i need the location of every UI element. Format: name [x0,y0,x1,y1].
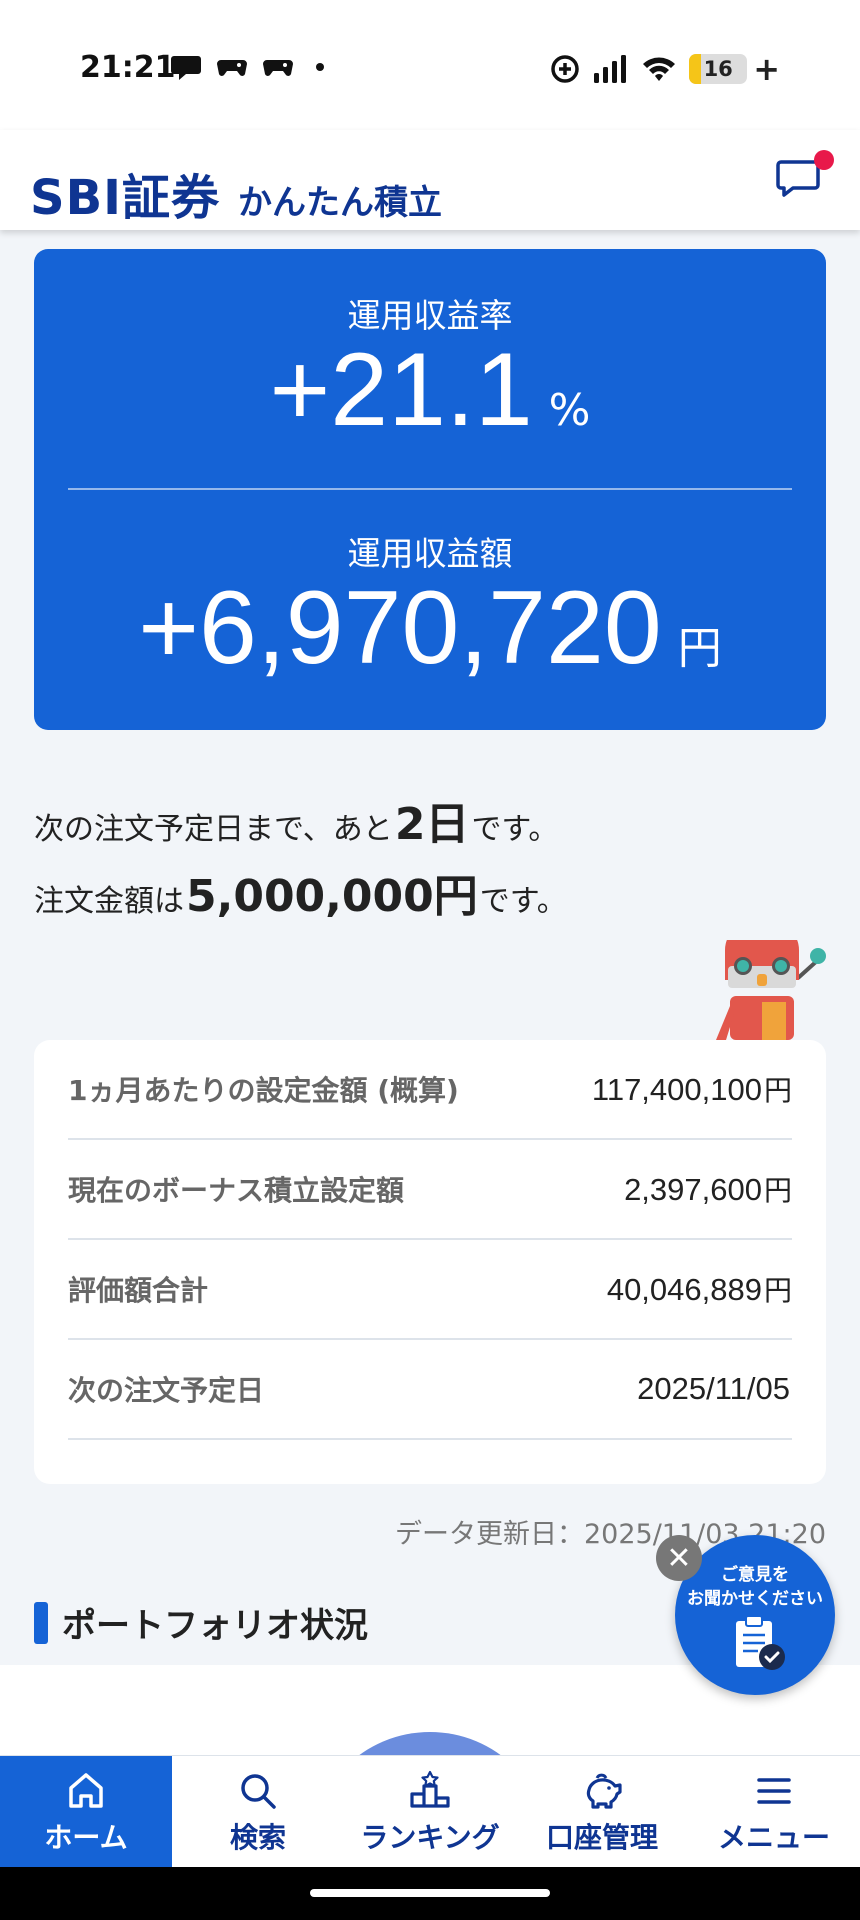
status-time: 21:21 [80,50,176,85]
status-bar: 21:21 16 + [0,0,860,130]
return-rate-label: 運用収益率 [347,296,513,335]
nav-home-label: ホーム [44,1820,128,1854]
home-icon [69,1772,103,1808]
clipboard-check-icon [736,1615,785,1670]
order-amount-prefix: 注文金額は [34,884,184,919]
table-row: 現在のボーナス積立設定額 2,397,600円 [68,1140,792,1240]
nav-home[interactable]: ホーム [0,1756,172,1867]
next-order-date-value: 2025/11/05 [637,1371,792,1407]
return-rate: +21.1 % [34,331,826,450]
robot-mascot-icon [716,940,826,1040]
monthly-amount-label: 1ヵ月あたりの設定金額 (概算) [68,1074,459,1107]
valuation-total-value: 40,046,889円 [607,1269,792,1309]
value-unit: 円 [763,1074,792,1107]
table-row: 評価額合計 40,046,889円 [68,1240,792,1340]
countdown-suffix: です。 [471,812,559,847]
profit-summary-card: 運用収益率 +21.1 % 運用収益額 +6,970,720 円 [34,249,826,730]
feedback-label-line2: お聞かせください [687,1589,823,1609]
next-order-date-label: 次の注文予定日 [68,1374,265,1407]
value-number: 40,046,889 [606,1272,762,1307]
data-saver-icon [551,55,579,83]
table-row: 次の注文予定日 2025/11/05 [68,1340,792,1440]
portfolio-title: ポートフォリオ状況 [62,1606,368,1646]
more-notifications-dot [316,63,324,71]
status-system-icons: 16 + [549,50,780,88]
system-gesture-bar [0,1867,860,1920]
notification-icons [170,52,324,82]
nav-search-label: 検索 [229,1820,286,1854]
app-header: SBI証券 かんたん積立 [0,130,860,230]
home-gesture-handle[interactable] [310,1889,550,1897]
return-rate-value: +21.1 [269,332,533,448]
valuation-total-label: 評価額合計 [68,1274,209,1307]
profit-amount: +6,970,720 円 [34,569,826,688]
nav-account-label: 口座管理 [545,1820,658,1854]
profit-amount-label: 運用収益額 [347,534,513,573]
value-number: 2025/11/05 [637,1371,790,1406]
battery-indicator: 16 [689,54,748,84]
battery-level: 16 [703,57,733,81]
unread-badge [814,150,834,170]
order-amount-suffix: です。 [479,884,567,919]
settings-summary-table: 1ヵ月あたりの設定金額 (概算) 117,400,100円 現在のボーナス積立設… [34,1040,826,1484]
game-controller-notification-icon [263,60,293,76]
countdown-days: 2日 [394,799,470,850]
ranking-icon [410,1770,450,1808]
profit-amount-unit: 円 [677,623,722,674]
value-number: 2,397,600 [624,1172,762,1207]
next-order-countdown: 次の注文予定日まで、あと 2日 です。 [34,788,558,852]
bonus-amount-value: 2,397,600円 [624,1169,792,1209]
value-unit: 円 [763,1174,792,1207]
app-subtitle: かんたん積立 [238,183,443,223]
nav-menu[interactable]: メニュー [688,1756,860,1867]
monthly-amount-value: 117,400,100円 [592,1069,792,1109]
countdown-prefix: 次の注文予定日まで、あと [34,812,393,847]
next-order-amount: 注文金額は 5,000,000円 です。 [34,860,567,924]
feedback-label: ご意見を お聞かせください [675,1563,835,1611]
section-accent-bar [34,1601,48,1644]
return-rate-unit: % [548,385,591,436]
summary-divider [68,488,792,490]
nav-search[interactable]: 検索 [172,1756,344,1867]
charging-indicator: + [753,50,780,88]
search-icon [241,1773,276,1809]
signal-icon [594,55,627,83]
nav-account[interactable]: 口座管理 [516,1756,688,1867]
feedback-close-button[interactable]: ✕ [656,1535,702,1581]
piggy-bank-icon [586,1773,622,1809]
app-logo[interactable]: SBI証券 かんたん積立 [30,158,442,228]
order-amount-value: 5,000,000円 [186,871,478,922]
profit-amount-value: +6,970,720 [138,570,662,686]
value-unit: 円 [763,1274,792,1307]
table-row: 1ヵ月あたりの設定金額 (概算) 117,400,100円 [68,1040,792,1140]
brand-name: SBI証券 [30,170,221,226]
wifi-icon [643,57,676,81]
value-number: 117,400,100 [591,1072,762,1107]
game-controller-notification-icon [217,60,247,76]
menu-icon [757,1777,791,1804]
nav-menu-label: メニュー [717,1820,830,1854]
nav-ranking-label: ランキング [360,1820,500,1854]
bottom-navigation: ホーム 検索 ランキング 口座管理 メニュー [0,1755,860,1867]
bonus-amount-label: 現在のボーナス積立設定額 [68,1174,405,1207]
portfolio-section-title: ポートフォリオ状況 [34,1598,368,1647]
chat-bubble-notification-icon [171,56,201,80]
nav-ranking[interactable]: ランキング [344,1756,516,1867]
